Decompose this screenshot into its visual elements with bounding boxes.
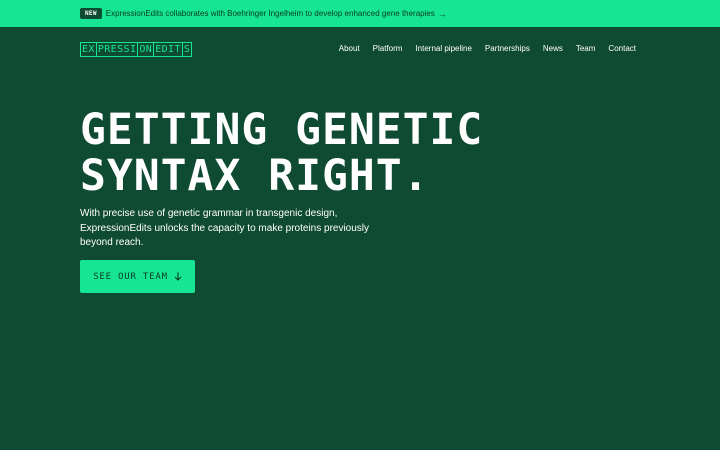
nav-link-about[interactable]: About [339, 44, 360, 53]
announcement-text[interactable]: ExpressionEdits collaborates with Boehri… [106, 9, 435, 18]
arrow-down-icon [174, 272, 182, 281]
hero-lead-text: With precise use of genetic grammar in t… [80, 208, 370, 248]
arrow-right-icon: → [437, 8, 447, 19]
headline-line-1: GETTING GENETIC [80, 105, 484, 155]
nav-link-internal-pipeline[interactable]: Internal pipeline [415, 44, 471, 53]
cta-label: SEE OUR TEAM [93, 271, 168, 282]
new-badge: NEW [80, 8, 102, 19]
main-nav: About Platform Internal pipeline Partner… [339, 44, 636, 53]
nav-link-platform[interactable]: Platform [373, 44, 403, 53]
logo-segment-edit: EDIT [154, 42, 182, 57]
logo-segment-s: S [181, 42, 193, 57]
nav-link-contact[interactable]: Contact [608, 44, 636, 53]
expressionedits-logo[interactable]: EX PRESSI ON EDIT S [80, 42, 193, 57]
logo-segment-ex: EX [80, 42, 97, 57]
headline-line-2: SYNTAX RIGHT. [80, 151, 430, 201]
nav-link-partnerships[interactable]: Partnerships [485, 44, 530, 53]
logo-segment-on: ON [137, 42, 155, 57]
see-our-team-button[interactable]: SEE OUR TEAM [80, 260, 195, 293]
nav-link-news[interactable]: News [543, 44, 563, 53]
logo-segment-pressi: PRESSI [96, 42, 138, 57]
hero-headline: GETTING GENETIC SYNTAX RIGHT. [80, 107, 483, 199]
announcement-banner: NEW ExpressionEdits collaborates with Bo… [0, 0, 720, 27]
nav-link-team[interactable]: Team [576, 44, 596, 53]
announcement-link[interactable]: NEW ExpressionEdits collaborates with Bo… [80, 8, 447, 19]
